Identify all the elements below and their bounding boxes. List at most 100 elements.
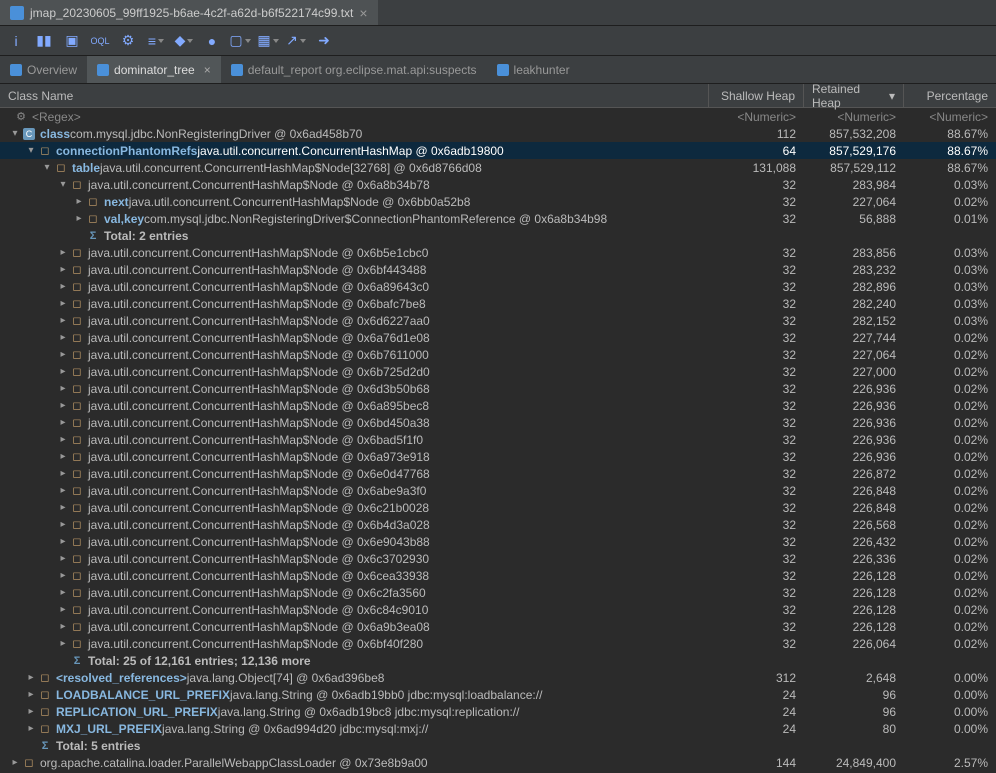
close-icon[interactable]: ×	[204, 63, 211, 77]
numeric-placeholder-pct[interactable]: <Numeric>	[904, 110, 996, 124]
filter-row[interactable]: <Regex> <Numeric> <Numeric> <Numeric>	[0, 108, 996, 125]
tree-row[interactable]: MXJ_URL_PREFIX java.lang.String @ 0x6ad9…	[0, 720, 996, 737]
expand-arrow-icon[interactable]	[56, 620, 70, 634]
expand-arrow-icon[interactable]	[56, 467, 70, 481]
column-header-percentage[interactable]: Percentage	[904, 84, 996, 107]
numeric-placeholder-sh[interactable]: <Numeric>	[709, 110, 804, 124]
tree-row[interactable]: java.util.concurrent.ConcurrentHashMap$N…	[0, 312, 996, 329]
expand-arrow-icon[interactable]	[56, 501, 70, 515]
tree-row[interactable]: connectionPhantomRefs java.util.concurre…	[0, 142, 996, 159]
numeric-placeholder-rh[interactable]: <Numeric>	[804, 110, 904, 124]
tree-row[interactable]: java.util.concurrent.ConcurrentHashMap$N…	[0, 482, 996, 499]
expand-arrow-icon[interactable]	[56, 280, 70, 294]
sub-tab-leakhunter[interactable]: leakhunter	[487, 56, 580, 83]
tree-row[interactable]: REPLICATION_URL_PREFIX java.lang.String …	[0, 703, 996, 720]
tree-row[interactable]: <resolved_references> java.lang.Object[7…	[0, 669, 996, 686]
tree-row[interactable]: java.util.concurrent.ConcurrentHashMap$N…	[0, 329, 996, 346]
expand-arrow-icon[interactable]	[8, 756, 22, 770]
grid-icon[interactable]: ▦	[260, 33, 276, 49]
tree-row[interactable]: java.util.concurrent.ConcurrentHashMap$N…	[0, 380, 996, 397]
tree-row[interactable]: java.util.concurrent.ConcurrentHashMap$N…	[0, 550, 996, 567]
export-icon[interactable]: ↗	[288, 33, 304, 49]
expand-arrow-icon[interactable]	[56, 365, 70, 379]
expand-arrow-icon[interactable]	[56, 484, 70, 498]
tree-row[interactable]: java.util.concurrent.ConcurrentHashMap$N…	[0, 465, 996, 482]
tree-row[interactable]: java.util.concurrent.ConcurrentHashMap$N…	[0, 584, 996, 601]
tree-row[interactable]: java.util.concurrent.ConcurrentHashMap$N…	[0, 448, 996, 465]
tree-row[interactable]: java.util.concurrent.ConcurrentHashMap$N…	[0, 176, 996, 193]
sub-tab-dominator_tree[interactable]: dominator_tree×	[87, 56, 221, 83]
gear-icon[interactable]: ⚙	[120, 33, 136, 49]
rocket-icon[interactable]: ◆	[176, 33, 192, 49]
list-icon[interactable]: ≡	[148, 33, 164, 49]
expand-arrow-icon[interactable]	[24, 688, 38, 702]
tree-row[interactable]: java.util.concurrent.ConcurrentHashMap$N…	[0, 601, 996, 618]
expand-arrow-icon[interactable]	[56, 246, 70, 260]
expand-arrow-icon[interactable]	[56, 637, 70, 651]
expand-arrow-icon[interactable]	[56, 178, 70, 192]
expand-arrow-icon[interactable]	[56, 569, 70, 583]
expand-arrow-icon[interactable]	[24, 144, 38, 158]
regex-placeholder[interactable]: <Regex>	[32, 110, 81, 124]
expand-arrow-icon[interactable]	[56, 314, 70, 328]
tree-row[interactable]: java.util.concurrent.ConcurrentHashMap$N…	[0, 516, 996, 533]
tree-row[interactable]: java.util.concurrent.ConcurrentHashMap$N…	[0, 397, 996, 414]
column-header-name[interactable]: Class Name	[0, 84, 709, 107]
expand-arrow-icon[interactable]	[56, 416, 70, 430]
column-header-retained[interactable]: Retained Heap▾	[804, 84, 904, 107]
dot-icon[interactable]: ●	[204, 33, 220, 49]
tree-row[interactable]: Total: 5 entries	[0, 737, 996, 754]
box-icon[interactable]: ▢	[232, 33, 248, 49]
tree-row[interactable]: java.util.concurrent.ConcurrentHashMap$N…	[0, 431, 996, 448]
expand-arrow-icon[interactable]	[56, 263, 70, 277]
expand-arrow-icon[interactable]	[8, 127, 22, 141]
expand-arrow-icon[interactable]	[72, 195, 86, 209]
tree-row[interactable]: java.util.concurrent.ConcurrentHashMap$N…	[0, 363, 996, 380]
expand-arrow-icon[interactable]	[56, 433, 70, 447]
arrow-icon[interactable]: ➜	[316, 33, 332, 49]
tree-row[interactable]: java.util.concurrent.ConcurrentHashMap$N…	[0, 278, 996, 295]
expand-arrow-icon[interactable]	[56, 552, 70, 566]
tree-row[interactable]: LOADBALANCE_URL_PREFIX java.lang.String …	[0, 686, 996, 703]
tree-row[interactable]: Total: 25 of 12,161 entries; 12,136 more	[0, 652, 996, 669]
tree-row[interactable]: java.util.concurrent.ConcurrentHashMap$N…	[0, 499, 996, 516]
close-icon[interactable]: ×	[359, 5, 367, 21]
tree-row[interactable]: java.util.concurrent.ConcurrentHashMap$N…	[0, 533, 996, 550]
expand-arrow-icon[interactable]	[56, 331, 70, 345]
tree-row[interactable]: org.apache.catalina.loader.ParallelWebap…	[0, 754, 996, 771]
expand-arrow-icon[interactable]	[24, 671, 38, 685]
histogram-icon[interactable]: ▮▮	[36, 33, 52, 49]
tree-row[interactable]: next java.util.concurrent.ConcurrentHash…	[0, 193, 996, 210]
tree-row[interactable]: Total: 2 entries	[0, 227, 996, 244]
tree-row[interactable]: java.util.concurrent.ConcurrentHashMap$N…	[0, 244, 996, 261]
tree-row[interactable]: java.util.concurrent.ConcurrentHashMap$N…	[0, 261, 996, 278]
expand-arrow-icon[interactable]	[56, 586, 70, 600]
sub-tab-Overview[interactable]: Overview	[0, 56, 87, 83]
expand-arrow-icon[interactable]	[56, 535, 70, 549]
column-header-shallow[interactable]: Shallow Heap	[709, 84, 804, 107]
expand-arrow-icon[interactable]	[56, 603, 70, 617]
tree-icon[interactable]: ▣	[64, 33, 80, 49]
expand-arrow-icon[interactable]	[56, 518, 70, 532]
tree-row[interactable]: java.util.concurrent.ConcurrentHashMap$N…	[0, 414, 996, 431]
expand-arrow-icon[interactable]	[24, 705, 38, 719]
tree-row[interactable]: val,key com.mysql.jdbc.NonRegisteringDri…	[0, 210, 996, 227]
expand-arrow-icon[interactable]	[56, 450, 70, 464]
expand-arrow-icon[interactable]	[56, 348, 70, 362]
expand-arrow-icon[interactable]	[24, 722, 38, 736]
tree-row[interactable]: java.util.concurrent.ConcurrentHashMap$N…	[0, 618, 996, 635]
expand-arrow-icon[interactable]	[56, 399, 70, 413]
file-tab[interactable]: jmap_20230605_99ff1925-b6ae-4c2f-a62d-b6…	[0, 0, 378, 25]
expand-arrow-icon[interactable]	[56, 297, 70, 311]
expand-arrow-icon[interactable]	[72, 212, 86, 226]
tree-row[interactable]: java.util.concurrent.ConcurrentHashMap$N…	[0, 295, 996, 312]
tree-row[interactable]: java.util.concurrent.ConcurrentHashMap$N…	[0, 567, 996, 584]
expand-arrow-icon[interactable]	[56, 382, 70, 396]
tree-row[interactable]: class com.mysql.jdbc.NonRegisteringDrive…	[0, 125, 996, 142]
expand-arrow-icon[interactable]	[40, 161, 54, 175]
tree-row[interactable]: java.util.concurrent.ConcurrentHashMap$N…	[0, 635, 996, 652]
sub-tab-default_report[interactable]: default_report org.eclipse.mat.api:suspe…	[221, 56, 487, 83]
tree-row[interactable]: java.util.concurrent.ConcurrentHashMap$N…	[0, 346, 996, 363]
info-icon[interactable]: i	[8, 33, 24, 49]
tree-row[interactable]: table java.util.concurrent.ConcurrentHas…	[0, 159, 996, 176]
